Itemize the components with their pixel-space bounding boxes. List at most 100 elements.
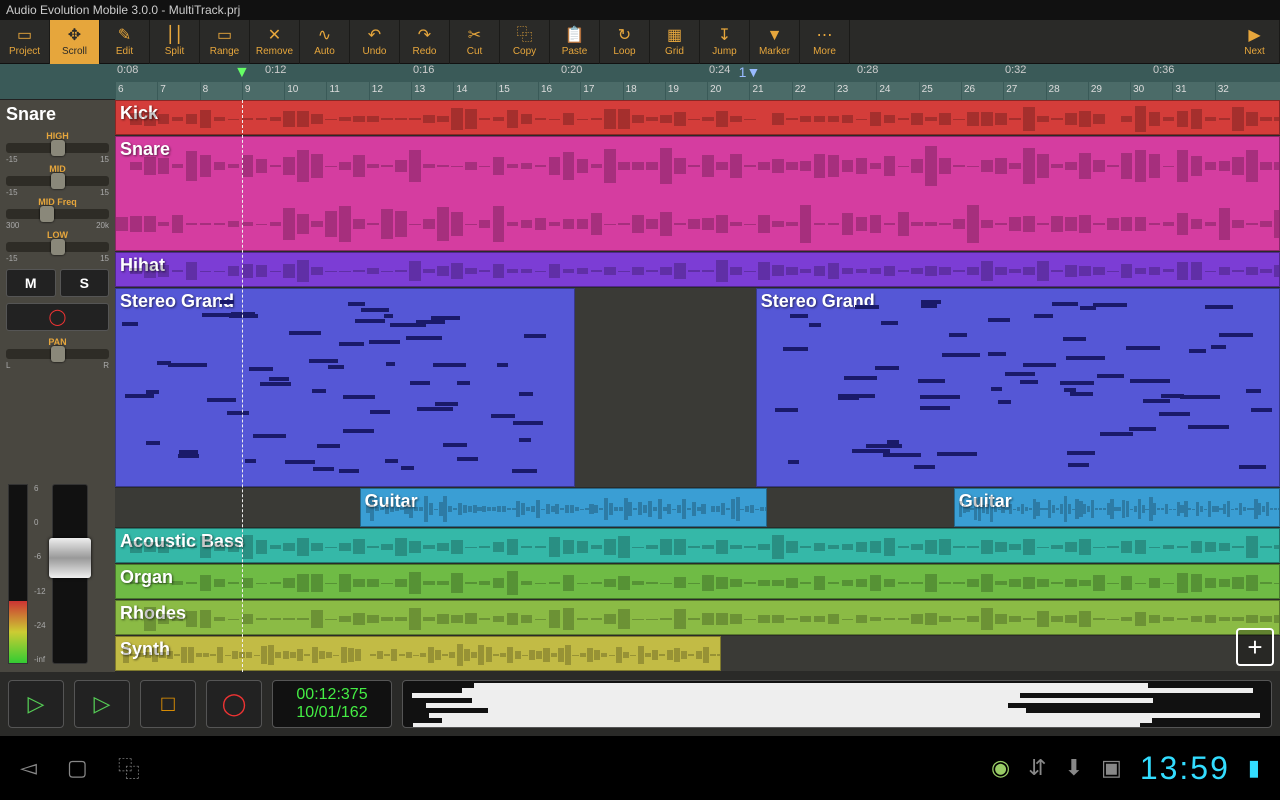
overview-panel[interactable]	[402, 680, 1272, 728]
android-system-bar: ◅ ▢ ⿻ ◉ ⇵ ⬇ ▣ 13:59 ▮	[0, 736, 1280, 800]
toolbar-grid-button[interactable]: ▦Grid	[650, 20, 700, 64]
bar-marker: 27	[1003, 82, 1045, 100]
toolbar-copy-button[interactable]: ⿻Copy	[500, 20, 550, 64]
track-row[interactable]: Snare	[115, 136, 1280, 252]
track-row[interactable]: Organ	[115, 564, 1280, 600]
track-row[interactable]: Synth	[115, 636, 1280, 672]
stop-button[interactable]: □	[140, 680, 196, 728]
playhead-line	[242, 100, 243, 672]
bar-marker: 29	[1088, 82, 1130, 100]
track-record-arm-button[interactable]: ◯	[6, 303, 109, 331]
window-titlebar: Audio Evolution Mobile 3.0.0 - MultiTrac…	[0, 0, 1280, 20]
toolbar-edit-button[interactable]: ✎Edit	[100, 20, 150, 64]
eq-mid-freq-slider[interactable]	[6, 209, 109, 219]
solo-button[interactable]: S	[60, 269, 110, 297]
clip-organ[interactable]: Organ	[115, 564, 1280, 599]
add-track-button[interactable]: +	[1236, 628, 1274, 666]
mute-button[interactable]: M	[6, 269, 56, 297]
clip-stereo-grand[interactable]: Stereo Grand	[756, 288, 1280, 487]
timeline-ruler[interactable]: 0:080:120:160:200:240:280:320:360:40 678…	[0, 64, 1280, 100]
toolbar-redo-button[interactable]: ↷Redo	[400, 20, 450, 64]
toolbar-range-button[interactable]: ▭Range	[200, 20, 250, 64]
toolbar-split-button[interactable]: ⎮⎮Split	[150, 20, 200, 64]
clip-snare[interactable]: Snare	[115, 136, 1280, 251]
toolbar-scroll-button[interactable]: ✥Scroll	[50, 20, 100, 64]
bar-marker: 21	[749, 82, 791, 100]
clip-label: Stereo Grand	[120, 291, 234, 312]
bar-marker: 26	[961, 82, 1003, 100]
clip-synth[interactable]: Synth	[115, 636, 721, 671]
auto-icon: ∿	[318, 28, 331, 44]
split-icon: ⎮⎮	[166, 28, 183, 44]
clip-acoustic-bass[interactable]: Acoustic Bass	[115, 528, 1280, 563]
clip-kick[interactable]: Kick	[115, 100, 1280, 135]
back-icon[interactable]: ◅	[20, 755, 37, 781]
clip-rhodes[interactable]: Rhodes	[115, 600, 1280, 635]
battery-icon: ▮	[1248, 755, 1260, 781]
timecode-display[interactable]: 00:12:375 10/01/162	[272, 680, 392, 728]
project-icon: ▭	[17, 28, 32, 44]
toolbar-paste-button[interactable]: 📋Paste	[550, 20, 600, 64]
track-row[interactable]: Rhodes	[115, 600, 1280, 636]
clip-stereo-grand[interactable]: Stereo Grand	[115, 288, 575, 487]
transport-bar: ▷ ▷ □ ◯ 00:12:375 10/01/162	[0, 672, 1280, 736]
download-icon: ⬇	[1065, 755, 1083, 781]
time-marker: 0:24	[707, 64, 855, 82]
playhead-indicator[interactable]: ▼	[234, 64, 250, 82]
clip-guitar[interactable]: Guitar	[954, 488, 1280, 527]
marker-indicator[interactable]: 1▼	[739, 64, 761, 80]
toolbar-auto-button[interactable]: ∿Auto	[300, 20, 350, 64]
track-row[interactable]: Stereo Grand Stereo Grand	[115, 288, 1280, 488]
eq-mid-slider[interactable]	[6, 176, 109, 186]
bar-marker: 6	[115, 82, 157, 100]
grid-icon: ▦	[667, 28, 682, 44]
toolbar-remove-button[interactable]: ✕Remove	[250, 20, 300, 64]
copy-icon: ⿻	[516, 28, 532, 44]
toolbar-next-button[interactable]: ▶Next	[1230, 20, 1280, 64]
track-row[interactable]: Kick	[115, 100, 1280, 136]
play-button[interactable]: ▷	[74, 680, 130, 728]
clip-guitar[interactable]: Guitar	[360, 488, 768, 527]
system-clock: 13:59	[1140, 750, 1230, 787]
eq-high-slider[interactable]	[6, 143, 109, 153]
toolbar-project-button[interactable]: ▭Project	[0, 20, 50, 64]
time-marker: 0:16	[411, 64, 559, 82]
main-toolbar: ▭Project✥Scroll✎Edit⎮⎮Split▭Range✕Remove…	[0, 20, 1280, 64]
vu-meter-left	[8, 484, 28, 664]
bar-marker: 32	[1215, 82, 1257, 100]
toolbar-undo-button[interactable]: ↶Undo	[350, 20, 400, 64]
arrangement-view[interactable]: SynthRhodesOrganAcoustic BassGuitarGuita…	[115, 100, 1280, 672]
recent-apps-icon[interactable]: ⿻	[118, 752, 140, 784]
redo-icon: ↷	[418, 28, 431, 44]
bar-marker: 17	[580, 82, 622, 100]
home-icon[interactable]: ▢	[67, 755, 88, 781]
track-row[interactable]: Acoustic Bass	[115, 528, 1280, 564]
toolbar-loop-button[interactable]: ↻Loop	[600, 20, 650, 64]
toolbar-jump-button[interactable]: ↧Jump	[700, 20, 750, 64]
play-from-start-button[interactable]: ▷	[8, 680, 64, 728]
more-icon: ⋯	[817, 28, 833, 44]
record-button[interactable]: ◯	[206, 680, 262, 728]
usb-icon: ⇵	[1028, 755, 1046, 781]
toolbar-cut-button[interactable]: ✂Cut	[450, 20, 500, 64]
bar-marker: 20	[707, 82, 749, 100]
clip-hihat[interactable]: Hihat	[115, 252, 1280, 287]
bar-marker: 15	[496, 82, 538, 100]
time-marker: 0:32	[1003, 64, 1151, 82]
volume-fader[interactable]	[52, 484, 88, 664]
loop-icon: ↻	[618, 28, 631, 44]
android-icon: ◉	[991, 755, 1010, 781]
screenshot-icon: ▣	[1101, 755, 1122, 781]
next-icon: ▶	[1248, 28, 1260, 44]
toolbar-more-button[interactable]: ⋯More	[800, 20, 850, 64]
edit-icon: ✎	[118, 28, 131, 44]
bar-marker: 28	[1046, 82, 1088, 100]
track-row[interactable]: Hihat	[115, 252, 1280, 288]
pan-slider[interactable]	[6, 349, 109, 359]
undo-icon: ↶	[368, 28, 381, 44]
bar-marker: 7	[157, 82, 199, 100]
bar-marker: 13	[411, 82, 453, 100]
eq-low-slider[interactable]	[6, 242, 109, 252]
toolbar-marker-button[interactable]: ▼Marker	[750, 20, 800, 64]
track-row[interactable]: Guitar Guitar	[115, 488, 1280, 528]
